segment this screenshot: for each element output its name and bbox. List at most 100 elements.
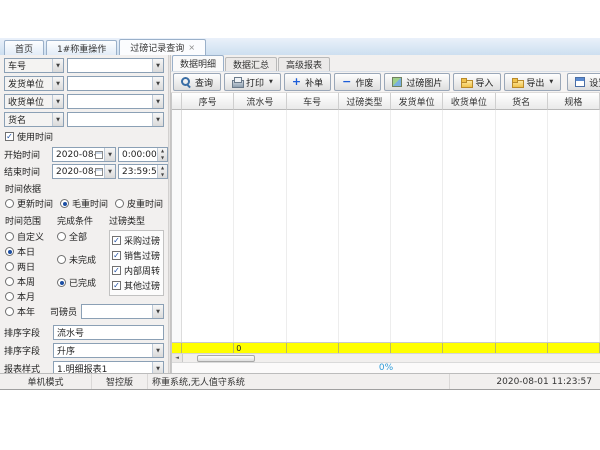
chevron-down-icon[interactable]: ▼ bbox=[152, 362, 163, 373]
weigh-photo-button[interactable]: 过磅图片 bbox=[384, 73, 450, 91]
calendar-icon bbox=[95, 151, 103, 159]
start-time-spinner[interactable]: 0:00:00 ▲▼ bbox=[118, 147, 168, 162]
column-header-serial[interactable]: 流水号 bbox=[234, 93, 286, 110]
scroll-left-arrow-icon[interactable]: ◄ bbox=[172, 354, 183, 362]
plus-icon: + bbox=[292, 77, 301, 87]
radio-finished[interactable]: 已完成 bbox=[57, 276, 109, 289]
column-header-seq[interactable]: 序号 bbox=[182, 93, 234, 110]
radio-unfinished[interactable]: 未完成 bbox=[57, 253, 109, 266]
toolbar: 查询 打印 ▼ + 补单 − 作废 过磅图片 bbox=[171, 71, 600, 93]
end-time-spinner[interactable]: 23:59:59 ▲▼ bbox=[118, 164, 168, 179]
chevron-down-icon[interactable]: ▼ bbox=[104, 165, 115, 178]
time-basis-group: 更新时间 毛重时间 皮重时间 bbox=[5, 197, 164, 210]
radio-icon bbox=[115, 199, 124, 208]
start-date-picker[interactable]: 2020-08-01 ▼ bbox=[52, 147, 116, 162]
sort-order-select[interactable]: 升序 ▼ bbox=[53, 343, 164, 358]
radio-this-week[interactable]: 本周 bbox=[5, 275, 57, 288]
chevron-down-icon[interactable]: ▼ bbox=[52, 113, 63, 126]
tab-weigh-operation[interactable]: 1#称重操作 bbox=[46, 40, 117, 55]
radio-icon bbox=[5, 307, 14, 316]
filter-field-select-receiver[interactable]: 收货单位 ▼ bbox=[4, 94, 64, 109]
radio-this-month[interactable]: 本月 bbox=[5, 290, 57, 303]
tab-data-detail[interactable]: 数据明细 bbox=[172, 55, 224, 71]
tab-record-query[interactable]: 过磅记录查询 × bbox=[119, 39, 206, 55]
column-header-shipper[interactable]: 发货单位 bbox=[391, 93, 443, 110]
column-header-vehicle[interactable]: 车号 bbox=[287, 93, 339, 110]
filter-field-select-shipper[interactable]: 发货单位 ▼ bbox=[4, 76, 64, 91]
close-icon[interactable]: × bbox=[188, 43, 195, 52]
app-window: 首页 1#称重操作 过磅记录查询 × 车号 ▼ ▼ bbox=[0, 38, 600, 390]
chevron-down-icon[interactable]: ▼ bbox=[52, 95, 63, 108]
horizontal-scrollbar[interactable]: ◄ bbox=[172, 353, 600, 362]
filter-field-label: 收货单位 bbox=[8, 95, 52, 108]
checkbox-checked-icon: ✓ bbox=[5, 132, 14, 141]
filter-field-select-goods[interactable]: 货名 ▼ bbox=[4, 112, 64, 127]
weigher-select[interactable]: ▼ bbox=[81, 304, 164, 319]
radio-all[interactable]: 全部 bbox=[57, 230, 109, 243]
chevron-down-icon[interactable]: ▼ bbox=[152, 95, 163, 108]
filter-value-select-shipper[interactable]: ▼ bbox=[67, 76, 164, 91]
filter-value-select-receiver[interactable]: ▼ bbox=[67, 94, 164, 109]
checkbox-internal-transfer[interactable]: ✓内部周转 bbox=[112, 264, 161, 277]
import-button[interactable]: 导入 bbox=[453, 73, 501, 91]
filter-row-receiver: 收货单位 ▼ ▼ bbox=[4, 94, 164, 109]
radio-tare-time[interactable]: 皮重时间 bbox=[115, 197, 163, 210]
column-header-spec[interactable]: 规格 bbox=[548, 93, 600, 110]
filter-field-select-vehicle[interactable]: 车号 ▼ bbox=[4, 58, 64, 73]
chevron-down-icon[interactable]: ▼ bbox=[152, 113, 163, 126]
tab-advanced-report[interactable]: 高级报表 bbox=[278, 57, 330, 71]
checkbox-purchase-weigh[interactable]: ✓采购过磅 bbox=[112, 234, 161, 247]
spinner-icon[interactable]: ▲▼ bbox=[157, 148, 167, 161]
chevron-down-icon[interactable]: ▼ bbox=[152, 77, 163, 90]
export-icon bbox=[512, 77, 522, 87]
supplement-order-button[interactable]: + 补单 bbox=[284, 73, 331, 91]
export-button[interactable]: 导出 ▼ bbox=[504, 73, 561, 91]
checkbox-other-weigh[interactable]: ✓其他过磅 bbox=[112, 279, 161, 292]
column-header-goods[interactable]: 货名 bbox=[496, 93, 548, 110]
scrollbar-thumb[interactable] bbox=[197, 355, 255, 362]
radio-today[interactable]: 本日 bbox=[5, 245, 57, 258]
checkbox-sale-weigh[interactable]: ✓销售过磅 bbox=[112, 249, 161, 262]
query-button[interactable]: 查询 bbox=[173, 73, 221, 91]
time-range-label: 时间范围 bbox=[5, 214, 57, 227]
settings-button[interactable]: 设置 bbox=[567, 73, 600, 91]
chevron-down-icon[interactable]: ▼ bbox=[52, 59, 63, 72]
radio-two-days[interactable]: 两日 bbox=[5, 260, 57, 273]
tab-data-summary[interactable]: 数据汇总 bbox=[225, 57, 277, 71]
report-style-select[interactable]: 1.明细报表1 ▼ bbox=[53, 361, 164, 373]
summary-row: 0 bbox=[172, 342, 600, 353]
sort-field-input[interactable]: 流水号 bbox=[53, 325, 164, 340]
calendar-icon bbox=[95, 168, 103, 176]
use-time-checkbox[interactable]: ✓ 使用时间 bbox=[5, 130, 164, 143]
content-area: 车号 ▼ ▼ 发货单位 ▼ ▼ 收货 bbox=[0, 55, 600, 373]
finish-condition-label: 完成条件 bbox=[57, 214, 109, 227]
time-basis-label: 时间依据 bbox=[5, 182, 164, 195]
column-header-weigh-type[interactable]: 过磅类型 bbox=[339, 93, 391, 110]
filter-value-select-goods[interactable]: ▼ bbox=[67, 112, 164, 127]
void-order-button[interactable]: − 作废 bbox=[334, 73, 381, 91]
radio-custom[interactable]: 自定义 bbox=[5, 230, 57, 243]
end-time-label: 结束时间 bbox=[4, 165, 50, 178]
filter-value-select-vehicle[interactable]: ▼ bbox=[67, 58, 164, 73]
tab-home-label: 首页 bbox=[15, 42, 33, 55]
summary-count-cell: 0 bbox=[234, 343, 286, 353]
chevron-down-icon[interactable]: ▼ bbox=[104, 148, 115, 161]
chevron-down-icon[interactable]: ▼ bbox=[52, 77, 63, 90]
radio-update-time[interactable]: 更新时间 bbox=[5, 197, 53, 210]
tab-home[interactable]: 首页 bbox=[4, 40, 44, 55]
use-time-label: 使用时间 bbox=[17, 130, 53, 143]
end-date-picker[interactable]: 2020-08-01 ▼ bbox=[52, 164, 116, 179]
radio-icon bbox=[5, 199, 14, 208]
column-header-receiver[interactable]: 收货单位 bbox=[443, 93, 495, 110]
chevron-down-icon[interactable]: ▼ bbox=[152, 344, 163, 357]
filter-row-shipper: 发货单位 ▼ ▼ bbox=[4, 76, 164, 91]
chevron-down-icon[interactable]: ▼ bbox=[152, 305, 163, 318]
chevron-down-icon[interactable]: ▼ bbox=[152, 59, 163, 72]
spinner-icon[interactable]: ▲▼ bbox=[157, 165, 167, 178]
print-button[interactable]: 打印 ▼ bbox=[224, 73, 281, 91]
radio-selected-icon bbox=[57, 278, 66, 287]
radio-gross-time[interactable]: 毛重时间 bbox=[60, 197, 108, 210]
image-icon bbox=[392, 77, 402, 87]
status-edition: 智控版 bbox=[92, 374, 148, 389]
settings-icon bbox=[575, 77, 585, 87]
